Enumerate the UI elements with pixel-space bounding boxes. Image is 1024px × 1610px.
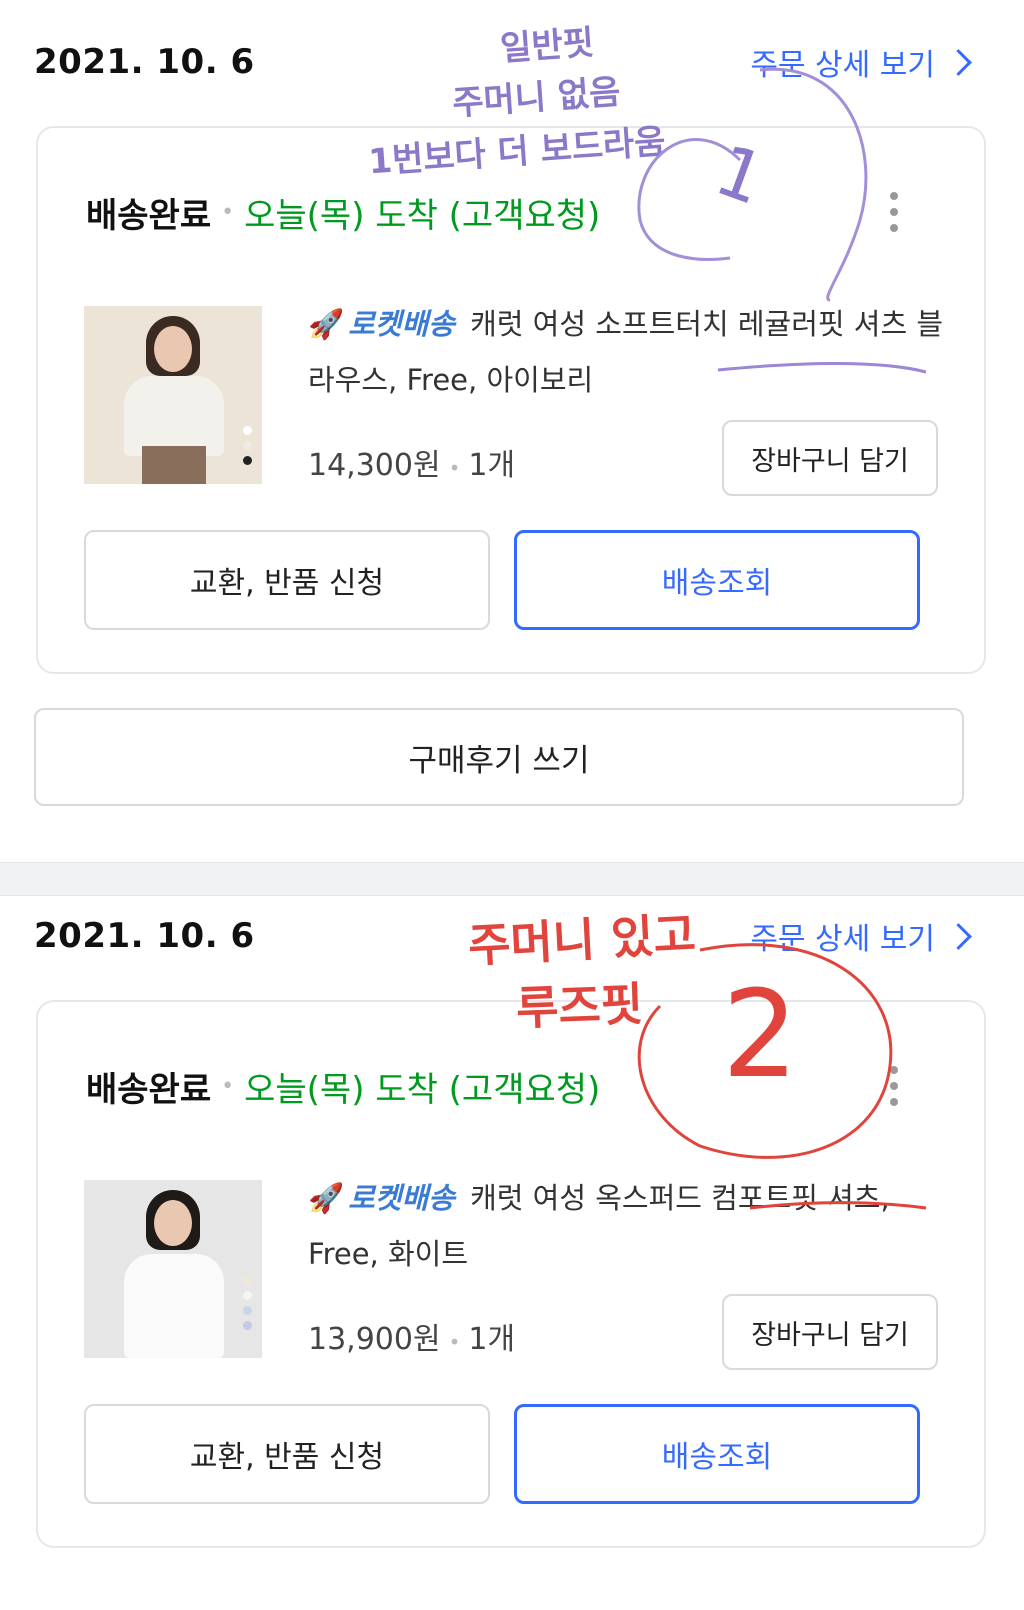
order-detail-link[interactable]: 주문 상세 보기 bbox=[750, 914, 974, 958]
handwritten-number: 2 bbox=[722, 966, 799, 1105]
order-date: 2021. 10. 6 bbox=[34, 42, 255, 82]
delivery-status-line: 배송완료 • 오늘(목) 도착 (고객요청) bbox=[86, 1062, 600, 1111]
delivery-status: 배송완료 bbox=[86, 1070, 212, 1110]
track-delivery-button[interactable]: 배송조회 bbox=[514, 1404, 920, 1504]
rocket-delivery-label: 로켓배송 bbox=[348, 1181, 455, 1215]
color-swatches bbox=[243, 1276, 252, 1330]
order-date: 2021. 10. 6 bbox=[34, 916, 255, 956]
chevron-right-icon bbox=[945, 922, 972, 950]
order-card: 배송완료 • 오늘(목) 도착 (고객요청) 🚀 로켓배송 캐럿 여성 옥스퍼드 … bbox=[36, 1000, 986, 1548]
price: 13,900원 bbox=[308, 1322, 441, 1357]
exchange-return-button[interactable]: 교환, 반품 신청 bbox=[84, 530, 490, 630]
write-review-button[interactable]: 구매후기 쓰기 bbox=[34, 708, 964, 806]
handwritten-note-line: 주머니 있고 bbox=[466, 907, 698, 973]
handwritten-note-line: 루즈핏 bbox=[515, 976, 644, 1036]
separator-dot: • bbox=[221, 1074, 235, 1099]
order-detail-link[interactable]: 주문 상세 보기 bbox=[750, 40, 974, 84]
price: 14,300원 bbox=[308, 448, 441, 483]
rocket-icon: 🚀 bbox=[308, 1181, 345, 1215]
rocket-icon: 🚀 bbox=[308, 307, 345, 341]
add-to-cart-button[interactable]: 장바구니 담기 bbox=[722, 420, 938, 496]
kebab-menu-icon[interactable] bbox=[890, 192, 900, 232]
chevron-right-icon bbox=[945, 48, 972, 76]
delivery-status: 배송완료 bbox=[86, 196, 212, 236]
section-divider bbox=[0, 862, 1024, 896]
arrival-info: 오늘(목) 도착 (고객요청) bbox=[244, 196, 601, 236]
product-title[interactable]: 🚀 로켓배송 캐럿 여성 옥스퍼드 컴포트핏 셔츠, Free, 화이트 bbox=[308, 1170, 948, 1282]
order-card: 배송완료 • 오늘(목) 도착 (고객요청) 🚀 로켓배송 캐럿 여성 소프트터치… bbox=[36, 126, 986, 674]
rocket-delivery-badge: 🚀 로켓배송 bbox=[308, 1181, 455, 1215]
price-quantity: 13,900원 • 1개 bbox=[308, 1314, 515, 1358]
order-detail-label: 주문 상세 보기 bbox=[750, 48, 935, 83]
rocket-delivery-label: 로켓배송 bbox=[348, 307, 455, 341]
add-to-cart-button[interactable]: 장바구니 담기 bbox=[722, 1294, 938, 1370]
rocket-delivery-badge: 🚀 로켓배송 bbox=[308, 307, 455, 341]
separator-dot: • bbox=[221, 200, 235, 225]
handwritten-note-line: 주머니 없음 bbox=[451, 72, 622, 124]
track-delivery-button[interactable]: 배송조회 bbox=[514, 530, 920, 630]
color-swatches bbox=[243, 426, 252, 465]
separator-dot: • bbox=[448, 1330, 461, 1354]
arrival-info: 오늘(목) 도착 (고객요청) bbox=[244, 1070, 601, 1110]
order-section-1: 2021. 10. 6 주문 상세 보기 배송완료 • 오늘(목) 도착 (고객… bbox=[0, 0, 1024, 862]
price-quantity: 14,300원 • 1개 bbox=[308, 440, 515, 484]
product-title[interactable]: 🚀 로켓배송 캐럿 여성 소프트터치 레귤러핏 셔츠 블라우스, Free, 아이… bbox=[308, 296, 948, 408]
order-section-2: 2021. 10. 6 주문 상세 보기 배송완료 • 오늘(목) 도착 (고객… bbox=[0, 896, 1024, 1610]
order-detail-label: 주문 상세 보기 bbox=[750, 922, 935, 957]
product-thumbnail[interactable] bbox=[84, 1180, 262, 1358]
handwritten-note-line: 일반핏 bbox=[498, 22, 596, 70]
separator-dot: • bbox=[448, 456, 461, 480]
exchange-return-button[interactable]: 교환, 반품 신청 bbox=[84, 1404, 490, 1504]
product-thumbnail[interactable] bbox=[84, 306, 262, 484]
kebab-menu-icon[interactable] bbox=[890, 1066, 900, 1106]
quantity: 1개 bbox=[468, 1322, 516, 1357]
quantity: 1개 bbox=[468, 448, 516, 483]
delivery-status-line: 배송완료 • 오늘(목) 도착 (고객요청) bbox=[86, 188, 600, 237]
